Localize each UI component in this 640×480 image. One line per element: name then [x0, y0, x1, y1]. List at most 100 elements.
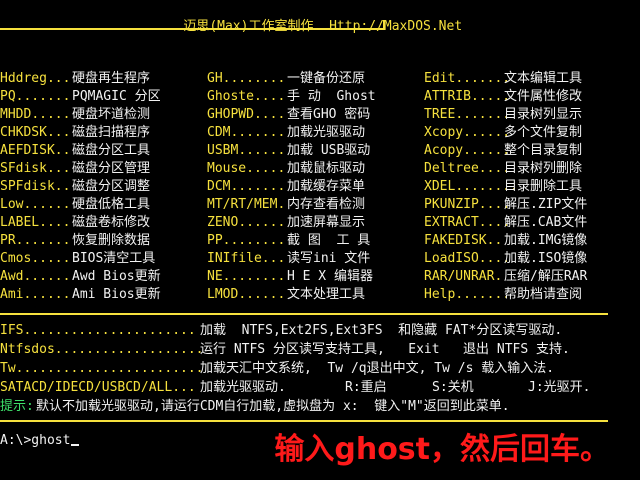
menu-item-key[interactable]: Mouse..... [207, 160, 285, 178]
section-divider-top [0, 313, 608, 315]
menu-item-key[interactable]: Cmos..... [0, 250, 70, 268]
menu-item-desc: H E X 编辑器 [287, 269, 373, 284]
menu-item-desc: 硬盘坏道检测 [72, 107, 151, 122]
menu-item-key[interactable]: PR....... [0, 232, 70, 250]
menu-item-desc: 加速屏幕显示 [287, 215, 366, 230]
lower-section: IFS...................... 加载 NTFS,Ext2FS… [0, 322, 640, 417]
menu-item-key[interactable]: RAR/UNRAR. [424, 268, 502, 286]
menu-item-desc: 文本处理工具 [287, 287, 366, 302]
tip-text: 默认不加载光驱驱动,请运行CDM自行加载,虚拟盘为 x: 键入"M"返回到此菜单… [36, 399, 510, 414]
header-rule-tick [383, 20, 385, 30]
menu-item-key[interactable]: USBM...... [207, 142, 285, 160]
shutdown-option: S:关机 [432, 380, 474, 395]
menu-item-desc: 手 动 Ghost [287, 89, 376, 104]
menu-item-key[interactable]: Edit....... [424, 70, 510, 88]
menu-item-desc: PQMAGIC 分区 [72, 89, 161, 104]
menu-item-key[interactable]: ZENO...... [207, 214, 285, 232]
menu-row: MHDD..... 硬盘坏道检测 GHOPWD.... 查看GHO 密码 TREE...… [0, 106, 640, 124]
menu-item-key[interactable]: Deltree.... [424, 160, 510, 178]
menu-row: SPFdisk.. 磁盘分区调整 DCM....... 加载缓存菜单 XDEL.....… [0, 178, 640, 196]
menu-item-desc: 磁盘分区管理 [72, 161, 151, 176]
menu-item-desc: 查看GHO 密码 [287, 107, 371, 122]
menu-item-key[interactable]: GH........ [207, 70, 285, 88]
menu-item-desc: 解压.ZIP文件 [504, 197, 588, 212]
instruction-overlay: 输入ghost，然后回车。 [274, 432, 610, 467]
menu-item-desc: 文本编辑工具 [504, 71, 583, 86]
menu-item-key[interactable]: PKUNZIP.... [424, 196, 510, 214]
header-studio: 迈思(Max)工作室制作 [183, 19, 314, 34]
menu-row: PQ....... PQMAGIC 分区 Ghoste.... 手 动 Ghost AT… [0, 88, 640, 106]
menu-item-key[interactable]: Xcopy...... [424, 124, 510, 142]
menu-item-desc: 加载 USB驱动 [287, 143, 371, 158]
command-prompt[interactable]: A:\>ghost [0, 432, 80, 450]
menu-item-key[interactable]: LABEL.... [0, 214, 70, 232]
menu-item-key[interactable]: DCM....... [207, 178, 285, 196]
menu-item-desc: 目录树列删除 [504, 161, 583, 176]
menu-item-key[interactable]: Ami...... [0, 286, 70, 304]
lower-row-ifs: IFS...................... 加载 NTFS,Ext2FS… [0, 322, 640, 341]
lower-row-tip: 提示: 默认不加载光驱驱动,请运行CDM自行加载,虚拟盘为 x: 键入"M"返回… [0, 398, 640, 417]
menu-item-key[interactable]: NE........ [207, 268, 285, 286]
lower-desc-ifs: 加载 NTFS,Ext2FS,Ext3FS 和隐藏 FAT*分区读写驱动. [200, 323, 563, 338]
menu-item-key[interactable]: SFdisk... [0, 160, 70, 178]
menu-item-key[interactable]: Awd...... [0, 268, 70, 286]
menu-item-key[interactable]: PQ....... [0, 88, 70, 106]
menu-item-key[interactable]: GHOPWD.... [207, 106, 285, 124]
menu-item-desc: 多个文件复制 [504, 125, 583, 140]
menu-row: SFdisk... 磁盘分区管理 Mouse..... 加载鼠标驱动 Deltree..… [0, 160, 640, 178]
menu-item-desc: 磁盘分区工具 [72, 143, 151, 158]
menu-row: LABEL.... 磁盘卷标修改 ZENO...... 加速屏幕显示 EXTRACT..… [0, 214, 640, 232]
menu-item-desc: 恢复删除数据 [72, 233, 151, 248]
menu-item-key[interactable]: CHKDSK... [0, 124, 70, 142]
menu-item-desc: 磁盘卷标修改 [72, 215, 151, 230]
lower-key-tw: Tw........................ [0, 361, 204, 376]
menu-item-key[interactable]: MT/RT/MEM. [207, 196, 285, 214]
menu-item-key[interactable]: TREE....... [424, 106, 510, 124]
lower-desc-ntfsdos: 运行 NTFS 分区读写支持工具, Exit 退出 NTFS 支持. [200, 342, 570, 357]
menu-item-desc: Ami Bios更新 [72, 287, 161, 302]
menu-item-key[interactable]: CDM....... [207, 124, 285, 142]
eject-option: J:光驱开. [528, 380, 591, 395]
menu-item-desc: 加载缓存菜单 [287, 179, 366, 194]
menu-item-desc: 压缩/解压RAR [504, 269, 588, 284]
menu-item-key[interactable]: AEFDISK.. [0, 142, 70, 160]
menu-item-desc: 加载.ISO镜像 [504, 251, 588, 266]
menu-item-key[interactable]: LMOD...... [207, 286, 285, 304]
menu-item-key[interactable]: PP........ [207, 232, 285, 250]
menu-row: AEFDISK.. 磁盘分区工具 USBM...... 加载 USB驱动 Acopy..… [0, 142, 640, 160]
menu-item-key[interactable]: Ghoste.... [207, 88, 285, 106]
menu-item-key[interactable]: Low...... [0, 196, 70, 214]
menu-row: Ami...... Ami Bios更新 LMOD...... 文本处理工具 Help.… [0, 286, 640, 304]
menu-item-key[interactable]: ATTRIB..... [424, 88, 510, 106]
menu-item-desc: 硬盘低格工具 [72, 197, 151, 212]
menu-grid: Hddreg... 硬盘再生程序 GH........ 一键备份还原 Edit.....… [0, 70, 640, 304]
menu-item-desc: 加载光驱驱动 [287, 125, 366, 140]
lower-row-tw: Tw........................ 加载天汇中文系统, Tw … [0, 360, 640, 379]
menu-item-desc: 硬盘再生程序 [72, 71, 151, 86]
menu-row: Cmos..... BIOS清空工具 INIfile... 读写ini 文件 LoadI… [0, 250, 640, 268]
lower-row-ntfsdos: Ntfsdos................... 运行 NTFS 分区读写支… [0, 341, 640, 360]
menu-item-key[interactable]: Acopy...... [424, 142, 510, 160]
tip-label: 提示: [0, 399, 34, 414]
menu-item-key[interactable]: FAKEDISK.. [424, 232, 502, 250]
menu-row: Awd...... Awd Bios更新 NE........ H E X 编辑器 RA… [0, 268, 640, 286]
menu-item-desc: 磁盘扫描程序 [72, 125, 151, 140]
lower-desc-satacd: 加载光驱驱动. [200, 380, 286, 395]
menu-item-key[interactable]: MHDD..... [0, 106, 70, 124]
menu-item-desc: 加载.IMG镜像 [504, 233, 588, 248]
menu-item-key[interactable]: INIfile... [207, 250, 285, 268]
menu-item-desc: 目录树列显示 [504, 107, 583, 122]
menu-item-key[interactable]: Help....... [424, 286, 510, 304]
header-title: 迈思(Max)工作室制作 Http://MaxDOS.Net [152, 0, 462, 54]
menu-item-desc: BIOS清空工具 [72, 251, 156, 266]
menu-item-key[interactable]: Hddreg... [0, 70, 70, 88]
menu-item-key[interactable]: SPFdisk.. [0, 178, 70, 196]
menu-item-key[interactable]: LoadISO.... [424, 250, 510, 268]
restart-option: R:重启 [345, 380, 387, 395]
menu-item-desc: 帮助档请查阅 [504, 287, 583, 302]
menu-item-desc: 文件属性修改 [504, 89, 583, 104]
command-prompt-text[interactable]: A:\>ghost [0, 433, 70, 448]
menu-row: Hddreg... 硬盘再生程序 GH........ 一键备份还原 Edit.....… [0, 70, 640, 88]
menu-item-key[interactable]: EXTRACT.... [424, 214, 510, 232]
lower-key-satacd: SATACD/IDECD/USBCD/ALL... [0, 380, 196, 395]
